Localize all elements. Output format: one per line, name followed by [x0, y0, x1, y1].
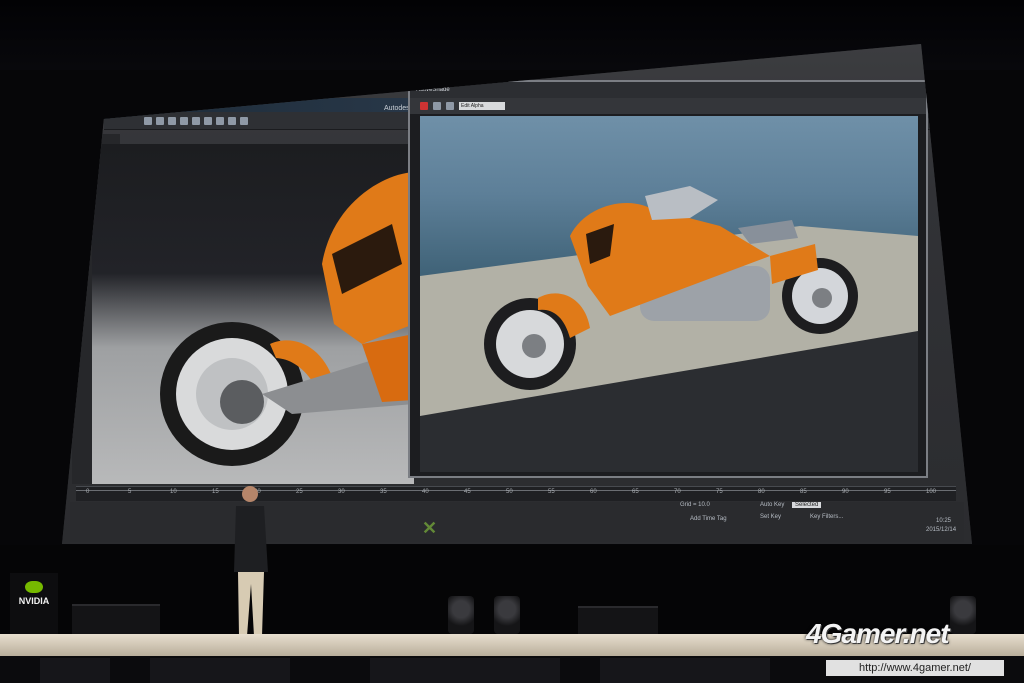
wheel-center — [220, 380, 264, 424]
scale-icon[interactable] — [204, 116, 212, 125]
stop-icon[interactable] — [420, 102, 428, 110]
rotate-icon[interactable] — [192, 116, 200, 125]
tick-label: 100 — [926, 489, 937, 495]
tick-label: 5 — [128, 489, 132, 495]
nvidia-eye-icon — [25, 581, 43, 593]
audience-silhouette — [150, 658, 290, 683]
auto-key-button[interactable]: Auto Key — [760, 502, 784, 508]
grid-readout: Grid = 10.0 — [680, 502, 710, 508]
tick-label: 40 — [422, 489, 429, 495]
save-icon[interactable] — [433, 102, 441, 110]
presenter-head — [242, 486, 258, 502]
presenter-jacket — [234, 506, 268, 572]
tick-label: 75 — [716, 489, 723, 495]
max-application-ui: Autodesk 3ds Max 2015 x64 — [62, 44, 972, 544]
render-preview — [420, 116, 918, 472]
select-icon[interactable] — [168, 116, 176, 125]
status-bar: Grid = 10.0 Auto Key Selected Set Key Ke… — [70, 502, 964, 542]
tick-label: 50 — [506, 489, 513, 495]
timeline-ruler — [76, 490, 956, 491]
render-icon[interactable] — [240, 116, 248, 125]
stage-light-icon — [448, 596, 474, 634]
presenter — [234, 486, 268, 641]
add-time-tag-button[interactable]: Add Time Tag — [690, 516, 727, 522]
timeline[interactable]: 0 5 10 15 20 25 30 35 40 45 50 55 60 65 … — [76, 486, 956, 501]
redo-icon[interactable] — [156, 116, 164, 125]
activeshade-title: ActiveShade — [416, 87, 450, 93]
activeshade-titlebar: ActiveShade — [410, 82, 926, 98]
audience-silhouette — [600, 658, 770, 683]
stage-light-icon — [494, 596, 520, 634]
watermark-brand: 4Gamer.net — [806, 618, 950, 649]
tick-label: 10 — [170, 489, 177, 495]
tick-label: 85 — [800, 489, 807, 495]
rear-hub — [812, 288, 832, 308]
set-key-button[interactable]: Set Key — [760, 514, 781, 520]
key-mode-dropdown[interactable]: Selected — [792, 502, 822, 508]
tick-label: 80 — [758, 489, 765, 495]
activeshade-window[interactable]: ActiveShade Edit Alpha — [408, 80, 928, 478]
tick-label: 45 — [464, 489, 471, 495]
tick-label: 60 — [590, 489, 597, 495]
perspective-viewport[interactable] — [92, 144, 414, 484]
tick-label: 35 — [380, 489, 387, 495]
taskbar-clock-date: 2015/12/14 — [926, 527, 957, 533]
channel-dropdown[interactable]: Edit Alpha — [459, 102, 505, 110]
tick-label: 90 — [842, 489, 849, 495]
front-hub — [522, 334, 546, 358]
audience-silhouette — [40, 658, 110, 683]
audience-silhouette — [370, 658, 560, 683]
activeshade-toolbar: Edit Alpha — [410, 98, 926, 114]
snap-icon[interactable] — [216, 116, 224, 125]
tick-label: 25 — [296, 489, 303, 495]
watermark-url: http://www.4gamer.net/ — [826, 660, 1004, 676]
copy-icon[interactable] — [446, 102, 454, 110]
presenter-trousers — [238, 572, 264, 636]
projection-screen: Autodesk 3ds Max 2015 x64 — [62, 44, 972, 544]
tick-label: 0 — [86, 489, 90, 495]
tick-label: 65 — [632, 489, 639, 495]
taskbar-clock-time: 10:25 — [936, 518, 952, 524]
tick-label: 30 — [338, 489, 345, 495]
nvidia-logo: NVIDIA — [10, 573, 58, 635]
tick-label: 95 — [884, 489, 891, 495]
undo-icon[interactable] — [144, 116, 152, 125]
render-scene — [420, 186, 918, 472]
render-setup-icon[interactable] — [228, 116, 236, 125]
viewport-bike-closeup — [160, 172, 414, 466]
x-watermark-icon: ✕ — [422, 518, 438, 538]
tick-label: 15 — [212, 489, 219, 495]
handlebar-assembly — [645, 186, 718, 220]
key-filters-button[interactable]: Key Filters... — [810, 514, 843, 520]
tick-label: 55 — [548, 489, 555, 495]
tick-label: 70 — [674, 489, 681, 495]
stage-light-icon — [950, 596, 976, 634]
nvidia-logo-text: NVIDIA — [18, 596, 50, 606]
move-icon[interactable] — [180, 116, 188, 125]
